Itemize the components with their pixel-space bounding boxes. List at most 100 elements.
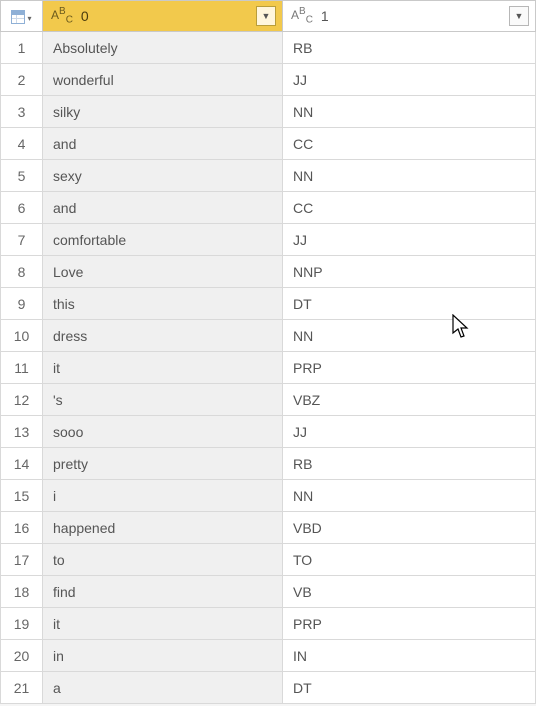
table-row[interactable]: 10dressNN: [1, 320, 536, 352]
table-row[interactable]: 4andCC: [1, 128, 536, 160]
cell-col0[interactable]: it: [43, 352, 283, 384]
text-type-icon: ABC: [51, 6, 73, 25]
cell-col0[interactable]: silky: [43, 96, 283, 128]
table-row[interactable]: 9thisDT: [1, 288, 536, 320]
cell-col1[interactable]: RB: [283, 448, 536, 480]
cell-col0[interactable]: Love: [43, 256, 283, 288]
cell-col1[interactable]: VBD: [283, 512, 536, 544]
table-row[interactable]: 6andCC: [1, 192, 536, 224]
row-number[interactable]: 14: [1, 448, 43, 480]
cell-col0[interactable]: and: [43, 128, 283, 160]
cell-col1[interactable]: DT: [283, 288, 536, 320]
table-icon: [11, 10, 25, 24]
row-number[interactable]: 11: [1, 352, 43, 384]
row-number[interactable]: 3: [1, 96, 43, 128]
row-number[interactable]: 15: [1, 480, 43, 512]
cell-col0[interactable]: and: [43, 192, 283, 224]
table-row[interactable]: 19itPRP: [1, 608, 536, 640]
row-number[interactable]: 13: [1, 416, 43, 448]
cell-col0[interactable]: sooo: [43, 416, 283, 448]
table-row[interactable]: 15iNN: [1, 480, 536, 512]
row-number[interactable]: 19: [1, 608, 43, 640]
column-filter-button[interactable]: ▼: [509, 6, 529, 26]
column-name: 0: [77, 8, 252, 24]
table-row[interactable]: 14prettyRB: [1, 448, 536, 480]
row-number[interactable]: 7: [1, 224, 43, 256]
cell-col1[interactable]: NNP: [283, 256, 536, 288]
cell-col1[interactable]: DT: [283, 672, 536, 704]
row-number[interactable]: 20: [1, 640, 43, 672]
row-number[interactable]: 18: [1, 576, 43, 608]
cell-col0[interactable]: 's: [43, 384, 283, 416]
row-number[interactable]: 4: [1, 128, 43, 160]
row-number[interactable]: 12: [1, 384, 43, 416]
table-row[interactable]: 13soooJJ: [1, 416, 536, 448]
table-row[interactable]: 20inIN: [1, 640, 536, 672]
cell-col1[interactable]: CC: [283, 192, 536, 224]
table-row[interactable]: 3silkyNN: [1, 96, 536, 128]
row-number[interactable]: 8: [1, 256, 43, 288]
table-row[interactable]: 16happenedVBD: [1, 512, 536, 544]
cell-col1[interactable]: TO: [283, 544, 536, 576]
table-row[interactable]: 21aDT: [1, 672, 536, 704]
table-row[interactable]: 1AbsolutelyRB: [1, 32, 536, 64]
cell-col0[interactable]: it: [43, 608, 283, 640]
table-row[interactable]: 12'sVBZ: [1, 384, 536, 416]
table-row[interactable]: 2wonderfulJJ: [1, 64, 536, 96]
cell-col0[interactable]: sexy: [43, 160, 283, 192]
chevron-down-icon: ▾: [27, 14, 31, 23]
cell-col1[interactable]: JJ: [283, 416, 536, 448]
cell-col0[interactable]: Absolutely: [43, 32, 283, 64]
table-row[interactable]: 17toTO: [1, 544, 536, 576]
header-row: ▾ ABC 0 ▼ ABC 1 ▼: [1, 1, 536, 32]
cell-col0[interactable]: this: [43, 288, 283, 320]
table-row[interactable]: 7comfortableJJ: [1, 224, 536, 256]
cell-col1[interactable]: VBZ: [283, 384, 536, 416]
data-table: ▾ ABC 0 ▼ ABC 1 ▼: [0, 0, 536, 704]
row-number[interactable]: 6: [1, 192, 43, 224]
cell-col1[interactable]: JJ: [283, 224, 536, 256]
cell-col1[interactable]: CC: [283, 128, 536, 160]
chevron-down-icon: ▼: [515, 12, 524, 21]
table-row[interactable]: 5sexyNN: [1, 160, 536, 192]
text-type-icon: ABC: [291, 6, 313, 25]
cell-col1[interactable]: PRP: [283, 608, 536, 640]
row-number[interactable]: 21: [1, 672, 43, 704]
cell-col1[interactable]: NN: [283, 320, 536, 352]
table-row[interactable]: 8LoveNNP: [1, 256, 536, 288]
cell-col0[interactable]: comfortable: [43, 224, 283, 256]
column-filter-button[interactable]: ▼: [256, 6, 276, 26]
row-number[interactable]: 2: [1, 64, 43, 96]
cell-col1[interactable]: VB: [283, 576, 536, 608]
cell-col0[interactable]: to: [43, 544, 283, 576]
row-number[interactable]: 10: [1, 320, 43, 352]
row-number[interactable]: 5: [1, 160, 43, 192]
cell-col0[interactable]: wonderful: [43, 64, 283, 96]
table-menu-cell[interactable]: ▾: [1, 1, 43, 32]
cell-col1[interactable]: RB: [283, 32, 536, 64]
column-name: 1: [317, 8, 505, 24]
cell-col0[interactable]: find: [43, 576, 283, 608]
cell-col1[interactable]: IN: [283, 640, 536, 672]
cell-col0[interactable]: happened: [43, 512, 283, 544]
cell-col1[interactable]: JJ: [283, 64, 536, 96]
column-header-0[interactable]: ABC 0 ▼: [43, 1, 283, 32]
table-body: 1AbsolutelyRB2wonderfulJJ3silkyNN4andCC5…: [1, 32, 536, 704]
chevron-down-icon: ▼: [262, 12, 271, 21]
row-number[interactable]: 1: [1, 32, 43, 64]
table-row[interactable]: 18findVB: [1, 576, 536, 608]
column-header-1[interactable]: ABC 1 ▼: [283, 1, 536, 32]
cell-col0[interactable]: a: [43, 672, 283, 704]
cell-col1[interactable]: NN: [283, 160, 536, 192]
cell-col0[interactable]: i: [43, 480, 283, 512]
row-number[interactable]: 9: [1, 288, 43, 320]
row-number[interactable]: 16: [1, 512, 43, 544]
cell-col0[interactable]: in: [43, 640, 283, 672]
cell-col1[interactable]: NN: [283, 96, 536, 128]
row-number[interactable]: 17: [1, 544, 43, 576]
cell-col0[interactable]: dress: [43, 320, 283, 352]
cell-col1[interactable]: PRP: [283, 352, 536, 384]
table-row[interactable]: 11itPRP: [1, 352, 536, 384]
cell-col0[interactable]: pretty: [43, 448, 283, 480]
cell-col1[interactable]: NN: [283, 480, 536, 512]
